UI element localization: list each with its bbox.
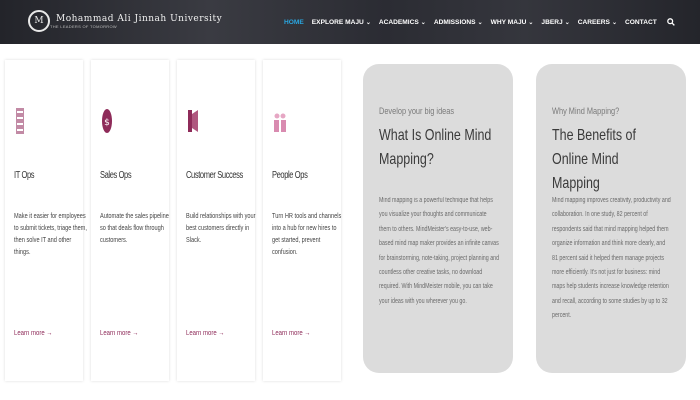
- card-description: Turn HR tools and channels into a hub fo…: [272, 211, 342, 256]
- dollar-icon: $: [102, 108, 112, 139]
- panel-body: Mind mapping improves creativity, produc…: [552, 197, 671, 320]
- university-logo[interactable]: M Mohammad Ali Jinnah University THE LEA…: [28, 10, 222, 32]
- chevron-down-icon: ⌄: [365, 19, 371, 26]
- nav-careers[interactable]: CAREERS ⌄: [578, 19, 617, 26]
- card-title: IT Ops: [14, 170, 35, 181]
- card-people-ops: People Ops Turn HR tools and channels in…: [263, 60, 341, 381]
- nav-explore-maju[interactable]: EXPLORE MAJU ⌄: [312, 19, 371, 26]
- card-description: Build relationships with your best custo…: [186, 211, 256, 244]
- nav-admissions[interactable]: ADMISSIONS ⌄: [434, 19, 483, 26]
- card-description: Automate the sales pipeline so that deal…: [100, 211, 169, 244]
- chevron-down-icon: ⌄: [420, 19, 426, 26]
- card-description: Make it easier for employees to submit t…: [14, 211, 87, 256]
- learn-more-label: Learn more: [100, 328, 131, 337]
- panel-what-is-mind-mapping: Develop your big ideas What Is Online Mi…: [363, 64, 513, 373]
- people-icon: [274, 108, 286, 139]
- nav-why-maju[interactable]: WHY MAJU ⌄: [491, 19, 534, 26]
- learn-more-link[interactable]: Learn more →: [186, 328, 224, 337]
- panel-heading: What Is Online Mind Mapping?: [379, 127, 492, 168]
- learn-more-link[interactable]: Learn more →: [272, 328, 310, 337]
- arrow-right-icon: →: [132, 328, 139, 337]
- chevron-down-icon: ⌄: [611, 19, 617, 26]
- panel-heading: The Benefits of Online Mind Mapping: [552, 127, 636, 192]
- arrow-right-icon: →: [218, 328, 225, 337]
- nav-contact-label: CONTACT: [625, 18, 657, 26]
- arrow-right-icon: →: [304, 328, 311, 337]
- nav-jberj-label: JBERJ: [541, 18, 563, 26]
- panel-kicker: Develop your big ideas: [379, 106, 455, 116]
- learn-more-label: Learn more: [14, 328, 45, 337]
- card-title: People Ops: [272, 170, 308, 181]
- nav-why-maju-label: WHY MAJU: [490, 18, 527, 26]
- card-title: Sales Ops: [100, 170, 132, 181]
- learn-more-label: Learn more: [272, 328, 303, 337]
- bookmark-icon: [188, 108, 198, 139]
- nav-contact[interactable]: CONTACT: [625, 19, 657, 26]
- main-nav: HOME EXPLORE MAJU ⌄ ACADEMICS ⌄ ADMISSIONS…: [284, 18, 675, 26]
- chevron-down-icon: ⌄: [477, 19, 483, 26]
- panel-body: Mind mapping is a powerful technique tha…: [379, 197, 500, 305]
- card-title: Customer Success: [186, 170, 243, 181]
- learn-more-label: Learn more: [186, 328, 217, 337]
- university-seal-icon: M: [28, 10, 50, 32]
- panel-benefits-of-mind-mapping: Why Mind Mapping? The Benefits of Online…: [536, 64, 686, 373]
- svg-text:$: $: [104, 118, 110, 128]
- nav-careers-label: CAREERS: [577, 18, 610, 26]
- learn-more-link[interactable]: Learn more →: [100, 328, 138, 337]
- search-icon[interactable]: [666, 18, 675, 26]
- nav-jberj[interactable]: JBERJ ⌄: [541, 19, 569, 26]
- card-it-ops: IT Ops Make it easier for employees to s…: [5, 60, 87, 381]
- card-sales-ops: $ Sales Ops Automate the sales pipeline …: [91, 60, 169, 381]
- card-customer-success: Customer Success Build relationships wit…: [177, 60, 255, 381]
- site-header: M Mohammad Ali Jinnah University THE LEA…: [0, 0, 700, 44]
- chevron-down-icon: ⌄: [564, 19, 570, 26]
- nav-academics[interactable]: ACADEMICS ⌄: [379, 19, 426, 26]
- nav-home[interactable]: HOME: [284, 19, 304, 26]
- nav-admissions-label: ADMISSIONS: [433, 18, 476, 26]
- university-name: Mohammad Ali Jinnah University: [56, 13, 223, 24]
- arrow-right-icon: →: [46, 328, 53, 337]
- panel-kicker: Why Mind Mapping?: [552, 106, 620, 116]
- nav-academics-label: ACADEMICS: [378, 18, 419, 26]
- chevron-down-icon: ⌄: [528, 19, 534, 26]
- nav-home-label: HOME: [284, 18, 304, 26]
- nav-explore-maju-label: EXPLORE MAJU: [311, 18, 364, 26]
- learn-more-link[interactable]: Learn more →: [14, 328, 52, 337]
- server-icon: [16, 108, 24, 139]
- university-tagline: THE LEADERS OF TOMORROW: [50, 23, 117, 29]
